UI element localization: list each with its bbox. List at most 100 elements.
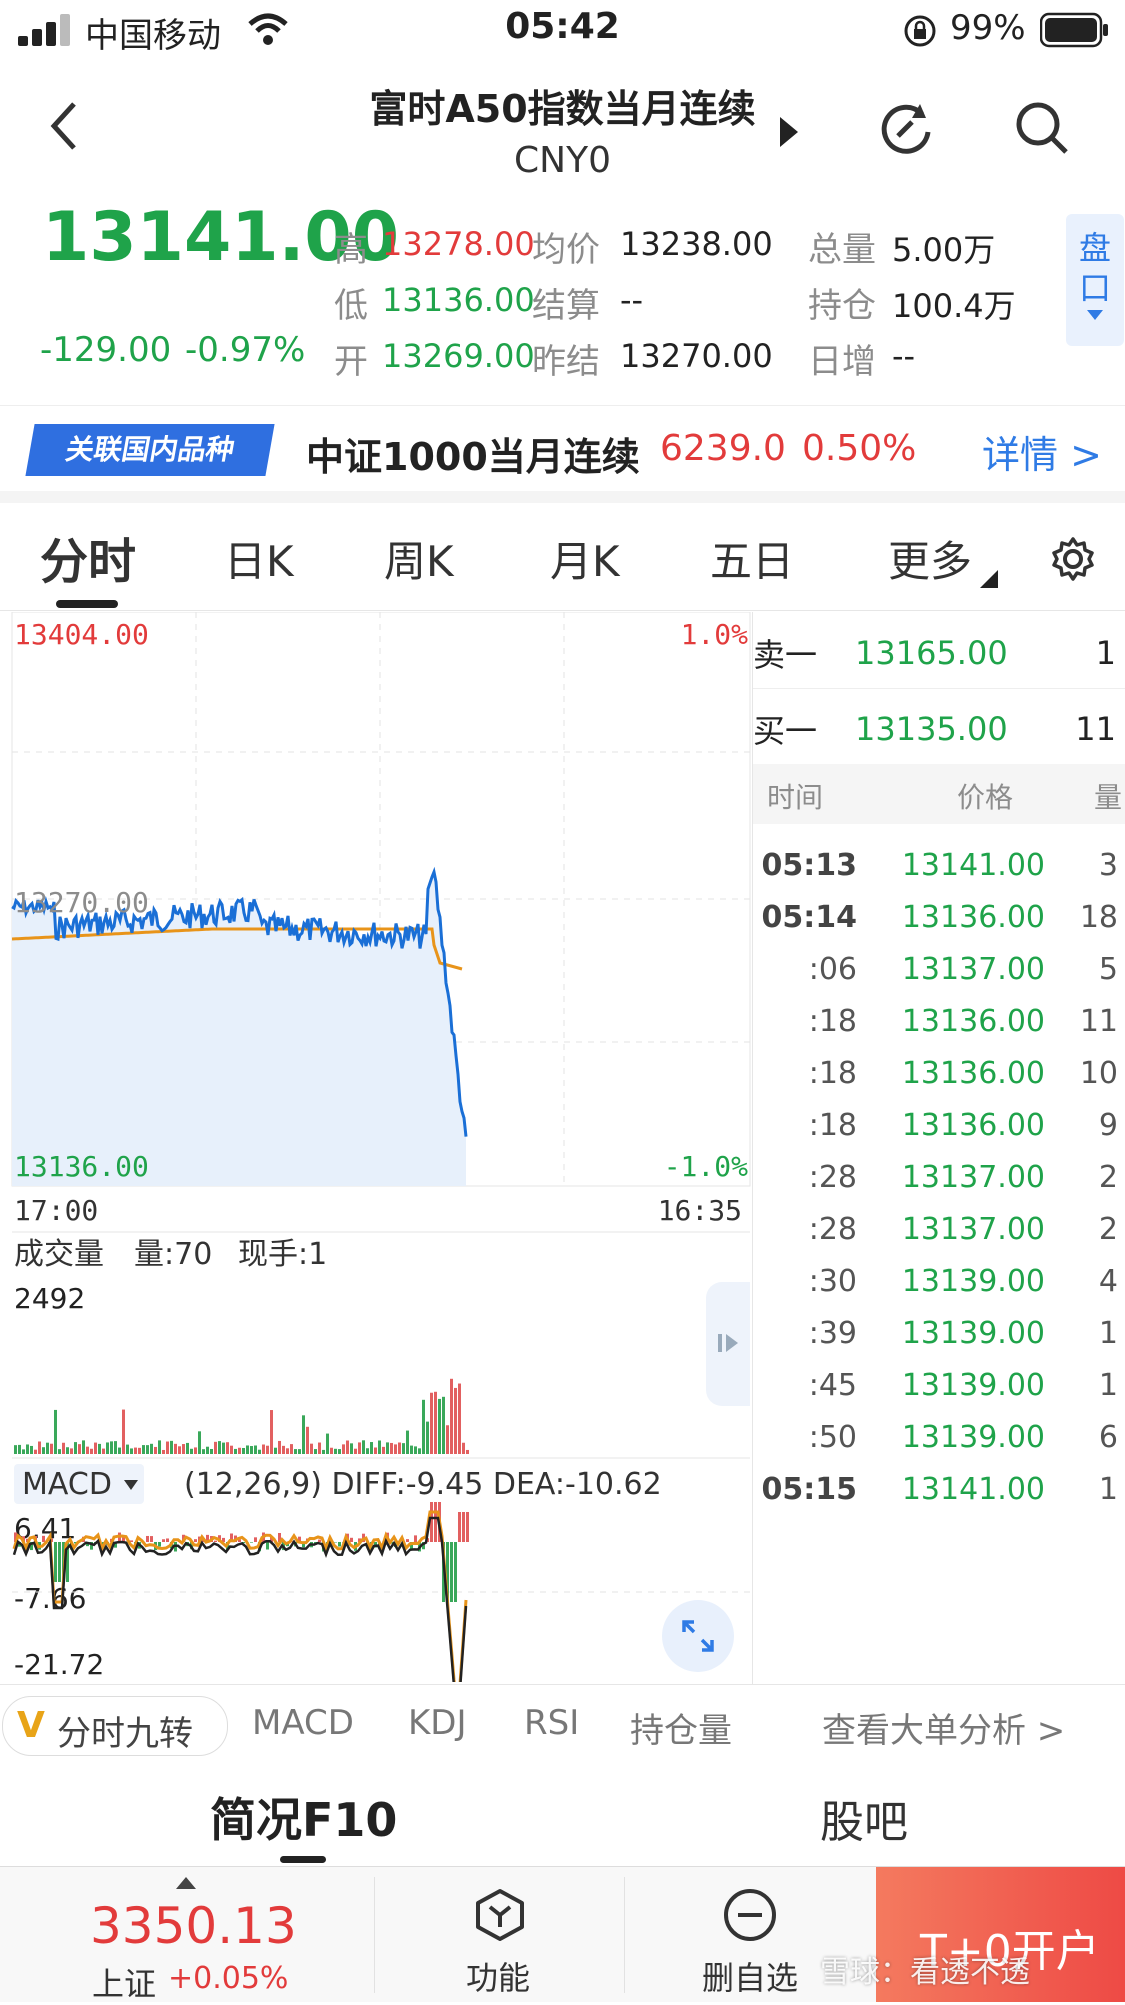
tick-price: 13136.00 bbox=[885, 900, 1045, 935]
index-value[interactable]: 3350.13 bbox=[90, 1897, 297, 1955]
macd-bar bbox=[54, 1542, 57, 1582]
volume-bar bbox=[170, 1441, 173, 1454]
next-instrument-icon[interactable] bbox=[778, 115, 800, 149]
volume-bar bbox=[194, 1447, 197, 1454]
tick-volume: 18 bbox=[1058, 900, 1118, 935]
function-cube-icon[interactable] bbox=[472, 1887, 528, 1943]
volume-bar bbox=[314, 1449, 317, 1454]
order-panel-label: 盘口 bbox=[1078, 228, 1112, 308]
volume-bar bbox=[106, 1442, 109, 1454]
tab-open-interest[interactable]: 持仓量 bbox=[630, 1703, 732, 1752]
related-detail-link[interactable]: 详情 > bbox=[982, 424, 1102, 479]
volume-bar bbox=[286, 1448, 289, 1454]
tab-guba[interactable]: 股吧 bbox=[820, 1786, 908, 1850]
y-axis-bottom: 13136.00 bbox=[14, 1150, 149, 1183]
macd-bar bbox=[338, 1542, 341, 1547]
refresh-icon[interactable] bbox=[876, 98, 936, 158]
tick-price: 13137.00 bbox=[885, 1160, 1045, 1195]
volume-bar bbox=[466, 1450, 469, 1454]
tab-more[interactable]: 更多 bbox=[888, 528, 972, 589]
tick-time: :06 bbox=[757, 952, 857, 987]
expand-icon bbox=[680, 1618, 716, 1654]
tick-time: 05:14 bbox=[757, 900, 857, 935]
tick-price: 13136.00 bbox=[885, 1108, 1045, 1143]
tick-time: :18 bbox=[757, 1004, 857, 1039]
volume-bar bbox=[258, 1450, 261, 1454]
tick-time: :30 bbox=[757, 1264, 857, 1299]
volume-bar bbox=[246, 1445, 249, 1454]
macd-bar bbox=[414, 1535, 417, 1542]
open-value: 13269.00 bbox=[382, 337, 535, 375]
tick-price: 13136.00 bbox=[885, 1004, 1045, 1039]
search-icon[interactable] bbox=[1012, 98, 1072, 158]
volume-bar bbox=[34, 1450, 37, 1454]
volume-bar bbox=[370, 1442, 373, 1454]
expand-up-icon[interactable] bbox=[176, 1877, 196, 1889]
tab-weekly-k[interactable]: 周K bbox=[384, 528, 454, 589]
tab-monthly-k[interactable]: 月K bbox=[550, 528, 620, 589]
macd-bar bbox=[162, 1539, 165, 1542]
volume-bar bbox=[262, 1445, 265, 1454]
tab-intraday[interactable]: 分时 bbox=[40, 522, 136, 592]
intraday-chart[interactable]: 13404.00 13270.00 13136.00 1.0% -1.0% 17… bbox=[0, 612, 752, 1682]
function-label[interactable]: 功能 bbox=[466, 1953, 530, 1999]
tab-rsi[interactable]: RSI bbox=[524, 1703, 579, 1743]
volume-bar bbox=[186, 1443, 189, 1454]
volume-bar bbox=[86, 1447, 89, 1454]
macd-bar bbox=[158, 1542, 161, 1546]
tab-macd[interactable]: MACD bbox=[252, 1703, 354, 1743]
y-axis-top: 13404.00 bbox=[14, 618, 149, 651]
volume-bar bbox=[454, 1388, 457, 1454]
volume-bar bbox=[98, 1444, 101, 1454]
macd-bar bbox=[458, 1512, 461, 1542]
big-order-analysis-link[interactable]: 查看大单分析 > bbox=[822, 1703, 1065, 1752]
volume-max: 2492 bbox=[14, 1282, 85, 1315]
related-instrument-bar[interactable]: 关联国内品种 中证1000当月连续 6239.0 0.50% 详情 > bbox=[0, 405, 1125, 503]
tick-volume: 6 bbox=[1058, 1420, 1118, 1455]
volume-bar bbox=[14, 1445, 17, 1454]
tab-f10[interactable]: 简况F10 bbox=[210, 1784, 397, 1850]
volume-bar bbox=[226, 1442, 229, 1454]
volume-bar bbox=[458, 1384, 461, 1454]
volume-bar bbox=[190, 1449, 193, 1454]
volume-bar bbox=[346, 1441, 349, 1454]
prev-settle-value: 13270.00 bbox=[620, 337, 773, 375]
orderbook-panel: 卖一 13165.00 1 买一 13135.00 11 时间 价格 量 05:… bbox=[752, 612, 1125, 1684]
high-label: 高 bbox=[334, 222, 368, 271]
remove-watchlist-icon[interactable] bbox=[722, 1887, 778, 1943]
volume-bar bbox=[450, 1379, 453, 1454]
low-label: 低 bbox=[334, 278, 368, 327]
macd-bar bbox=[454, 1542, 457, 1602]
tab-five-day[interactable]: 五日 bbox=[710, 528, 794, 589]
tab-kdj[interactable]: KDJ bbox=[408, 1703, 467, 1743]
macd-bar bbox=[318, 1540, 321, 1542]
status-bar: 中国移动 05:42 99% bbox=[0, 0, 1125, 60]
macd-bar bbox=[350, 1538, 353, 1542]
macd-bar bbox=[462, 1512, 465, 1542]
tick-price: 13139.00 bbox=[885, 1316, 1045, 1351]
tick-price: 13137.00 bbox=[885, 952, 1045, 987]
macd-bar bbox=[254, 1537, 257, 1542]
volume-bar bbox=[362, 1440, 365, 1454]
bid-label: 买一 bbox=[753, 706, 817, 752]
volume-bar bbox=[162, 1450, 165, 1454]
volume-bar bbox=[322, 1450, 325, 1454]
volume-label: 总量 bbox=[808, 222, 876, 271]
volume-bar bbox=[26, 1444, 29, 1454]
collapse-panel-handle[interactable] bbox=[706, 1282, 750, 1406]
volume-bar bbox=[146, 1445, 149, 1454]
remove-watchlist-label[interactable]: 删自选 bbox=[702, 1953, 798, 1999]
fullscreen-button[interactable] bbox=[662, 1600, 734, 1672]
open-label: 开 bbox=[334, 334, 368, 383]
related-pct: 0.50% bbox=[802, 428, 916, 469]
prev-settle-label: 昨结 bbox=[532, 334, 600, 383]
tick-volume: 5 bbox=[1058, 952, 1118, 987]
macd-bar bbox=[166, 1538, 169, 1542]
volume-bar bbox=[66, 1447, 69, 1454]
tab-daily-k[interactable]: 日K bbox=[224, 528, 294, 589]
volume-bar bbox=[338, 1449, 341, 1454]
jiuzhuan-button[interactable]: V 分时九转 bbox=[2, 1696, 228, 1756]
settings-gear-icon[interactable] bbox=[1050, 536, 1096, 582]
order-panel-button[interactable]: 盘口 bbox=[1066, 214, 1124, 346]
tick-time: :28 bbox=[757, 1160, 857, 1195]
